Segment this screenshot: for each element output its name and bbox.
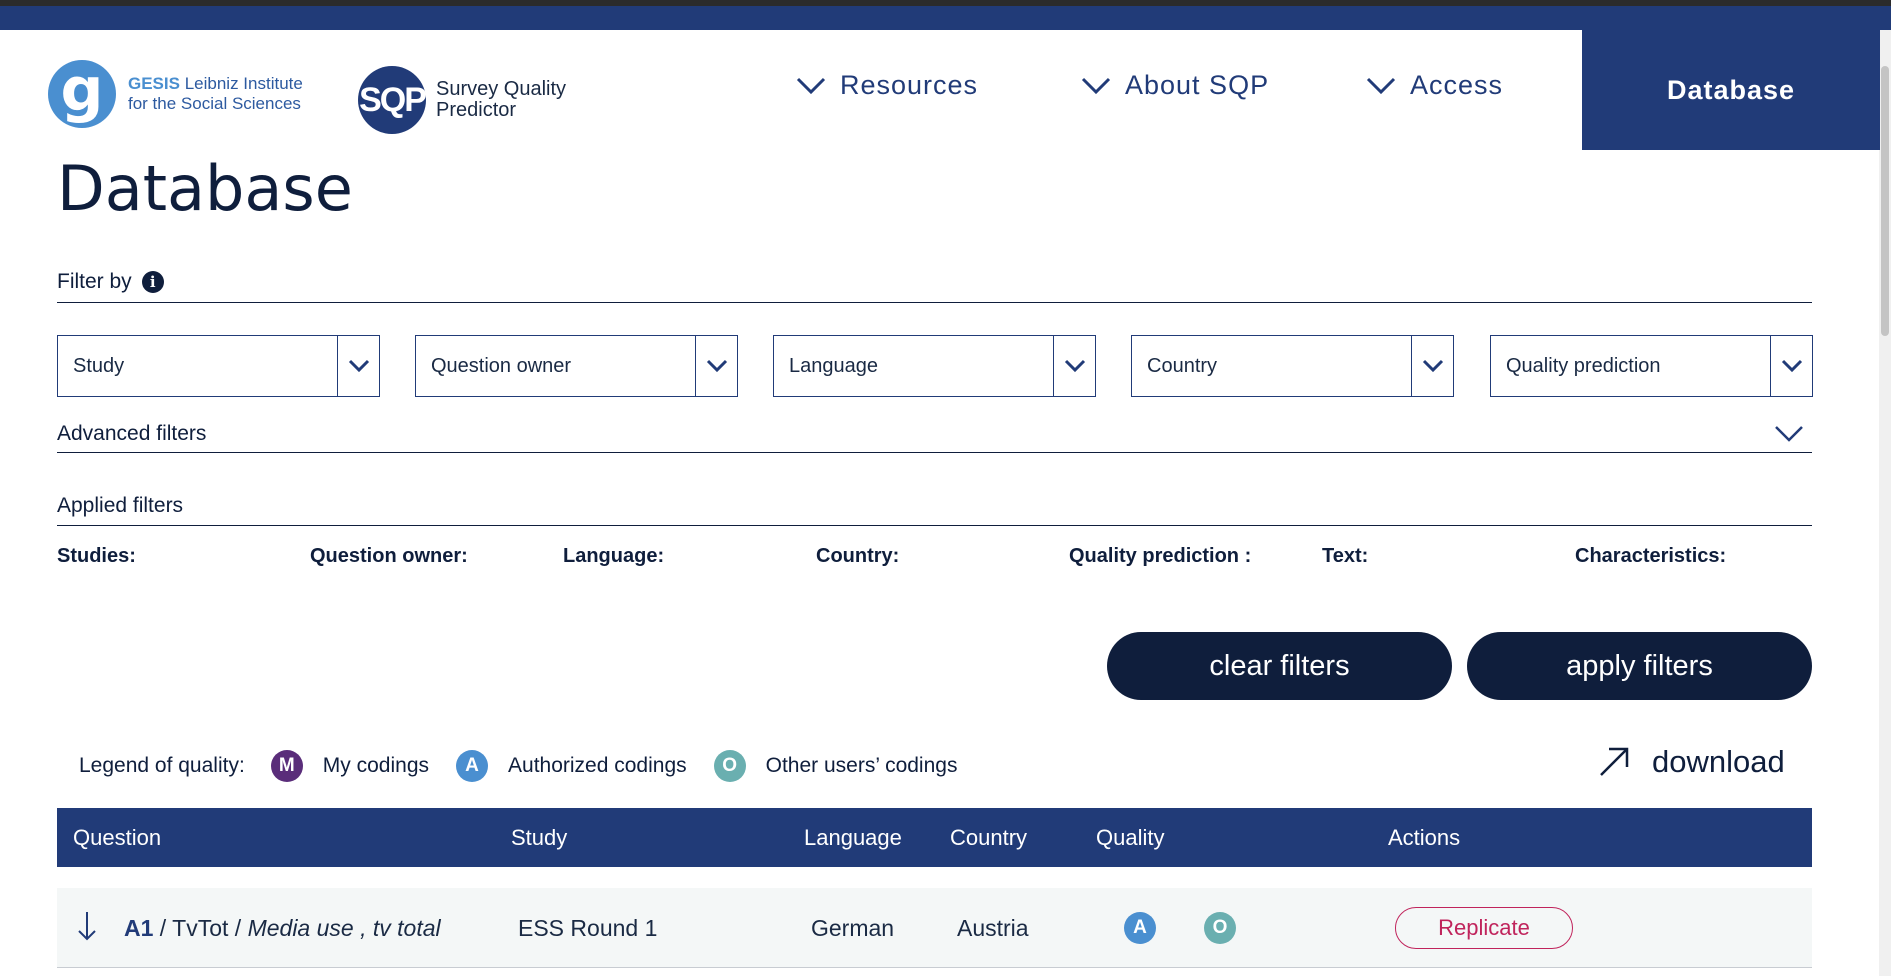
nav-about-sqp[interactable]: About SQP [1081, 70, 1269, 101]
chevron-down-icon[interactable] [1774, 424, 1804, 444]
chevron-down-icon [1422, 359, 1443, 373]
site-top-bar [0, 6, 1891, 30]
question-cell[interactable]: A1 / TvTot / Media use , tv total [124, 888, 441, 968]
chevron-down-icon [1081, 77, 1111, 94]
column-quality[interactable]: Quality [1096, 808, 1164, 867]
my-codings-label: My codings [322, 754, 430, 777]
nav-access[interactable]: Access [1366, 70, 1503, 101]
applied-characteristics-label: Characteristics: [1575, 545, 1727, 567]
column-language[interactable]: Language [804, 808, 902, 867]
authorized-quality-badge[interactable]: A [1124, 912, 1156, 944]
nav-resources-label: Resources [840, 70, 979, 100]
chevron-down-icon [348, 359, 369, 373]
apply-filters-button[interactable]: apply filters [1467, 632, 1812, 700]
nav-access-label: Access [1410, 70, 1504, 100]
study-select[interactable]: Study [57, 335, 380, 397]
question-owner-select-label: Question owner [431, 355, 572, 377]
quality-prediction-select-label: Quality prediction [1506, 355, 1661, 377]
replicate-button[interactable]: Replicate [1395, 907, 1573, 949]
country-select-label: Country [1147, 355, 1218, 377]
other-users-codings-badge: O [713, 750, 746, 782]
page-scrollbar[interactable] [1879, 30, 1891, 976]
arrow-down-icon[interactable] [77, 910, 97, 942]
nav-database[interactable]: Database [1582, 30, 1880, 150]
other-users-codings-label: Other users’ codings [765, 754, 958, 777]
applied-country-label: Country: [816, 545, 900, 567]
quality-legend: Legend of quality: M My codings A Author… [79, 750, 984, 782]
question-separator: / [153, 915, 173, 941]
chevron-down-icon [706, 359, 727, 373]
country-select[interactable]: Country [1131, 335, 1454, 397]
nav-about-label: About SQP [1125, 70, 1270, 100]
filter-divider [57, 302, 1812, 303]
applied-filters-divider [57, 525, 1812, 526]
quality-prediction-select-toggle[interactable] [1770, 336, 1812, 396]
chevron-down-icon [796, 77, 826, 94]
gesis-logo[interactable]: g GESIS Leibniz Institute for the Social… [48, 60, 303, 128]
other-users-quality-badge[interactable]: O [1204, 912, 1236, 944]
authorized-codings-badge: A [456, 750, 489, 782]
language-select[interactable]: Language [773, 335, 1096, 397]
applied-language-label: Language: [563, 545, 665, 567]
filter-by-heading: Filter by i [57, 270, 164, 294]
study-select-toggle[interactable] [337, 336, 379, 396]
study-select-label: Study [73, 355, 125, 377]
question-description: Media use , tv total [247, 915, 441, 941]
table-header: Question Study Language Country Quality … [57, 808, 1812, 867]
sqp-logo-text: Survey Quality Predictor [436, 79, 566, 121]
applied-studies-label: Studies: [57, 545, 136, 567]
clear-filters-button[interactable]: clear filters [1107, 632, 1452, 700]
sqp-line1: Survey Quality [436, 78, 567, 100]
language-select-toggle[interactable] [1053, 336, 1095, 396]
sqp-logo-icon: SQP [358, 66, 427, 134]
legend-title: Legend of quality: [79, 754, 245, 777]
question-code: A1 [124, 915, 154, 941]
column-question[interactable]: Question [73, 808, 161, 867]
language-cell: German [811, 915, 895, 941]
advanced-filters-divider [57, 452, 1812, 453]
applied-question-owner-label: Question owner: [310, 545, 468, 567]
study-cell: ESS Round 1 [518, 915, 658, 941]
question-separator: / [228, 915, 248, 941]
country-cell: Austria [957, 915, 1029, 941]
chevron-down-icon [1366, 77, 1396, 94]
applied-text-label: Text: [1322, 545, 1369, 567]
info-icon[interactable]: i [141, 271, 164, 293]
download-label: download [1652, 744, 1785, 779]
column-study[interactable]: Study [511, 808, 567, 867]
question-name: TvTot [172, 915, 229, 941]
scrollbar-thumb[interactable] [1881, 66, 1889, 336]
question-owner-select-toggle[interactable] [695, 336, 737, 396]
applied-quality-prediction-label: Quality prediction : [1069, 545, 1252, 567]
language-select-label: Language [789, 355, 878, 377]
country-select-toggle[interactable] [1411, 336, 1453, 396]
advanced-filters-toggle[interactable]: Advanced filters [57, 422, 206, 446]
arrow-up-right-icon [1600, 747, 1629, 776]
quality-prediction-select[interactable]: Quality prediction [1490, 335, 1813, 397]
authorized-codings-label: Authorized codings [508, 754, 687, 777]
gesis-logo-text: GESIS Leibniz Institute for the Social S… [128, 74, 303, 114]
column-actions: Actions [1388, 825, 1461, 850]
my-codings-badge: M [270, 750, 303, 782]
download-button[interactable]: download [1598, 744, 1785, 780]
table-row[interactable]: A1 / TvTot / Media use , tv total ESS Ro… [57, 888, 1812, 968]
gesis-name: GESIS [128, 74, 180, 93]
question-owner-select[interactable]: Question owner [415, 335, 738, 397]
filter-by-label: Filter by [57, 270, 132, 293]
column-country[interactable]: Country [950, 808, 1027, 867]
nav-resources[interactable]: Resources [796, 70, 978, 101]
page-title: Database [57, 152, 353, 225]
gesis-line1: Leibniz Institute [184, 74, 303, 93]
gesis-logo-icon: g [48, 60, 116, 128]
gesis-line2: for the Social Sciences [128, 94, 301, 113]
sqp-line2: Predictor [436, 99, 517, 121]
applied-filters-heading: Applied filters [57, 494, 184, 517]
chevron-down-icon [1064, 359, 1085, 373]
chevron-down-icon [1781, 359, 1802, 373]
sqp-logo[interactable]: SQP Survey Quality Predictor [358, 66, 566, 134]
